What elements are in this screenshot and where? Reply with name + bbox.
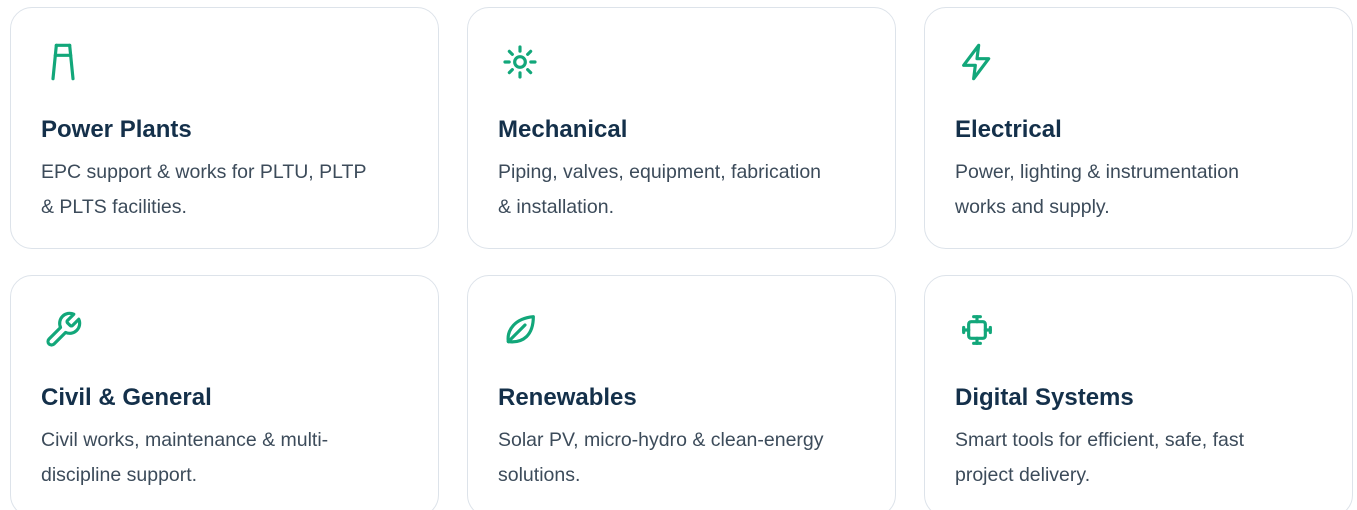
service-card-power-plants[interactable]: Power Plants EPC support & works for PLT…: [10, 7, 439, 249]
service-card-electrical[interactable]: Electrical Power, lighting & instrumenta…: [924, 7, 1353, 249]
card-description: Piping, valves, equipment, fabrication &…: [498, 161, 822, 218]
card-description: Solar PV, micro-hydro & clean-energy sol…: [498, 429, 824, 486]
card-description: Civil works, maintenance & multi-discipl…: [41, 429, 329, 486]
card-title: Civil & General: [41, 384, 212, 411]
service-card-digital-systems[interactable]: Digital Systems Smart tools for efficien…: [924, 275, 1353, 510]
card-title: Mechanical: [498, 116, 628, 143]
card-title: Electrical: [955, 116, 1062, 143]
card-description: Power, lighting & instrumentation works …: [955, 161, 1239, 218]
lightning-bolt-icon: [955, 40, 999, 84]
card-description: Smart tools for efficient, safe, fast pr…: [955, 429, 1245, 486]
wrench-icon: [41, 308, 85, 352]
card-description: EPC support & works for PLTU, PLTP & PLT…: [41, 161, 367, 218]
card-title: Power Plants: [41, 116, 192, 143]
services-grid: Power Plants EPC support & works for PLT…: [0, 0, 1357, 510]
service-card-mechanical[interactable]: Mechanical Piping, valves, equipment, fa…: [467, 7, 896, 249]
service-card-civil-general[interactable]: Civil & General Civil works, maintenance…: [10, 275, 439, 510]
transmission-tower-icon: [41, 40, 85, 84]
service-card-renewables[interactable]: Renewables Solar PV, micro-hydro & clean…: [467, 275, 896, 510]
card-title: Renewables: [498, 384, 637, 411]
cpu-chip-icon: [955, 308, 999, 352]
leaf-icon: [498, 308, 542, 352]
sun-icon: [498, 40, 542, 84]
card-title: Digital Systems: [955, 384, 1134, 411]
